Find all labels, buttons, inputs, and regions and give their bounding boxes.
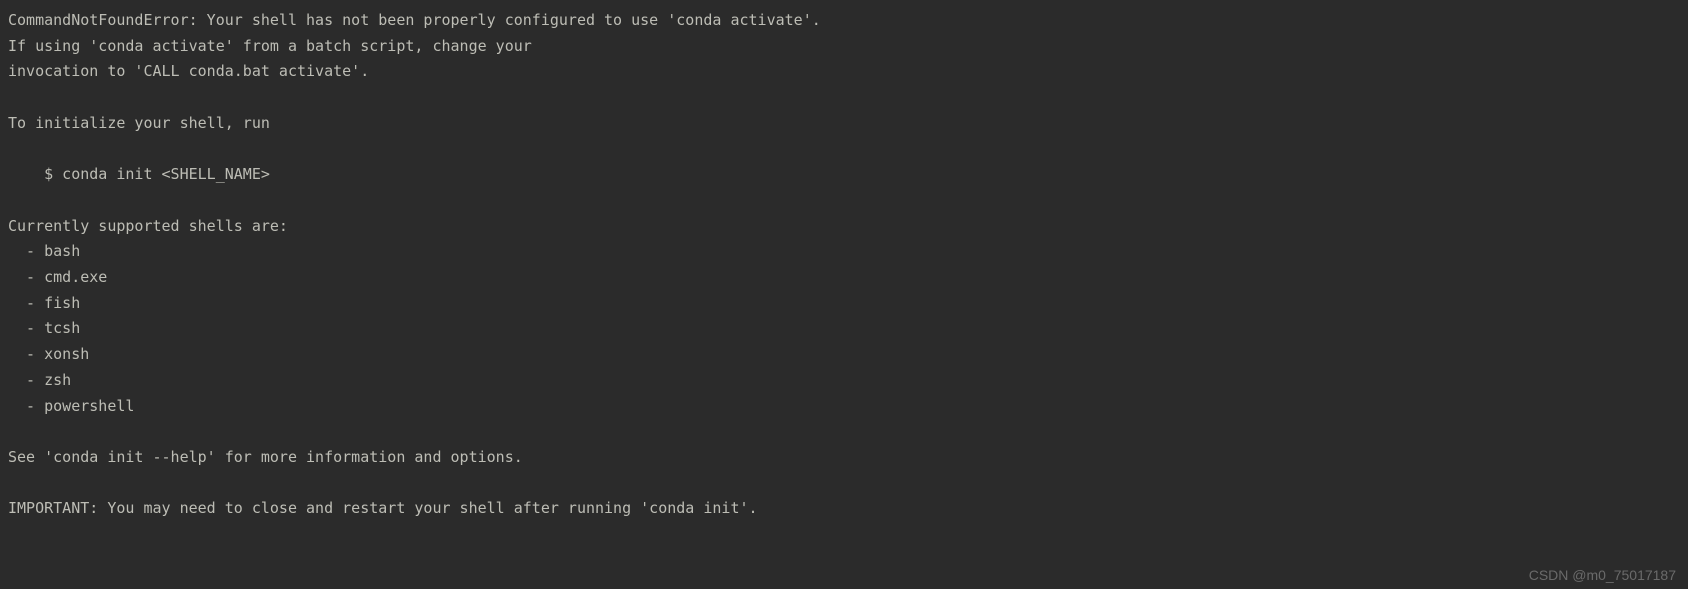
terminal-output[interactable]: CommandNotFoundError: Your shell has not… — [0, 0, 1688, 589]
terminal-line: If using 'conda activate' from a batch s… — [8, 37, 532, 55]
terminal-line: - bash — [8, 242, 80, 260]
terminal-line: - zsh — [8, 371, 71, 389]
terminal-line: IMPORTANT: You may need to close and res… — [8, 499, 758, 517]
terminal-line: - powershell — [8, 397, 134, 415]
terminal-line: - xonsh — [8, 345, 89, 363]
terminal-line: - cmd.exe — [8, 268, 107, 286]
terminal-line: $ conda init <SHELL_NAME> — [8, 165, 270, 183]
watermark-text: CSDN @m0_75017187 — [1529, 567, 1676, 583]
terminal-line: invocation to 'CALL conda.bat activate'. — [8, 62, 369, 80]
terminal-line: - fish — [8, 294, 80, 312]
terminal-line: CommandNotFoundError: Your shell has not… — [8, 11, 821, 29]
terminal-line: Currently supported shells are: — [8, 217, 288, 235]
terminal-line: To initialize your shell, run — [8, 114, 270, 132]
terminal-line: See 'conda init --help' for more informa… — [8, 448, 523, 466]
terminal-line: - tcsh — [8, 319, 80, 337]
